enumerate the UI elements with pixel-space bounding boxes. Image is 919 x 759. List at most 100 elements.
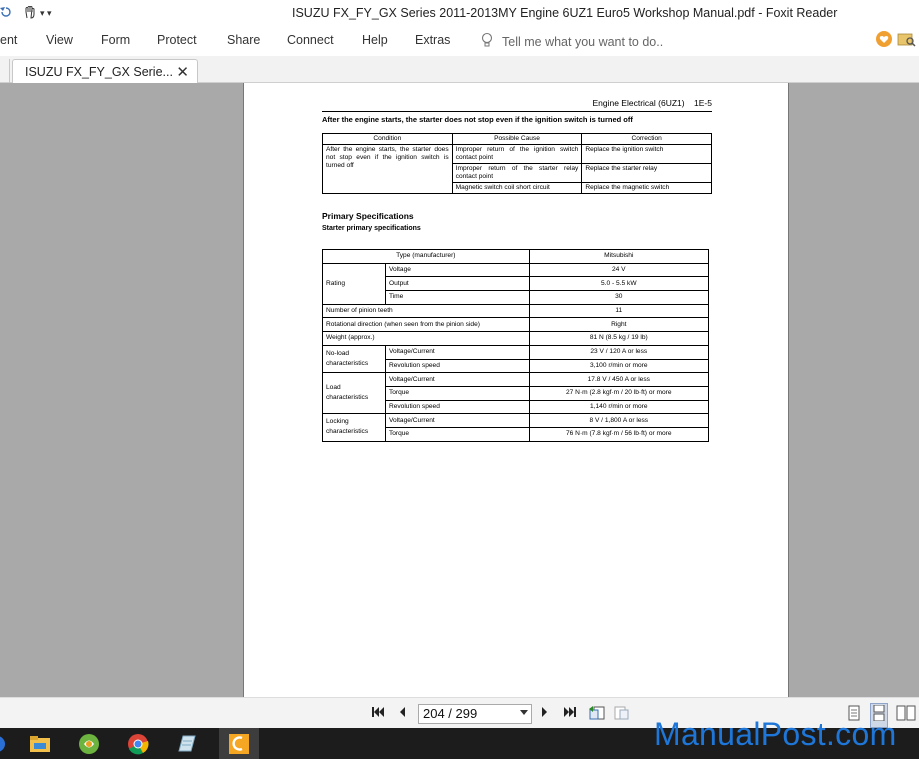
menu-protect[interactable]: Protect	[157, 33, 197, 47]
spec-value: 24 V	[528, 262, 710, 278]
next-view-icon[interactable]	[613, 705, 631, 726]
page-header: Engine Electrical (6UZ1) 1E-5	[592, 98, 712, 108]
page-number-input[interactable]: 204 / 299	[418, 704, 532, 724]
spec-label: Torque	[384, 426, 530, 442]
table-row: After the engine starts, the starter doe…	[322, 144, 712, 194]
close-tab-icon[interactable]: ✕	[176, 63, 189, 81]
spec-value: 11	[528, 303, 710, 319]
chevron-down-icon[interactable]	[520, 710, 528, 715]
spec-value: 76 N·m (7.8 kgf·m / 56 lb·ft) or more	[528, 426, 710, 442]
next-page-icon[interactable]	[540, 705, 550, 724]
cause-cell: Magnetic switch coil short circuit	[451, 182, 583, 194]
cause-cell: Improper return of the starter relay con…	[451, 163, 583, 183]
cause-cell: Improper return of the ignition switch c…	[451, 144, 583, 164]
spec-value: 3,100 r/min or more	[528, 358, 710, 374]
menu-comment[interactable]: ent	[0, 33, 17, 47]
menu-extras[interactable]: Extras	[415, 33, 450, 47]
document-tab[interactable]: ISUZU FX_FY_GX Serie... ✕	[12, 59, 198, 84]
hand-tool-icon[interactable]	[22, 4, 38, 23]
table-row: Type (manufacturer) Mitsubishi	[322, 249, 710, 264]
foxit-icon[interactable]	[228, 733, 250, 755]
tell-me-text: Tell me what you want to do..	[502, 34, 664, 49]
notepad-icon[interactable]	[175, 733, 197, 755]
condition-cell: After the engine starts, the starter doe…	[322, 144, 453, 194]
spec-group-label: Rating	[322, 262, 386, 305]
find-folder-icon[interactable]	[897, 30, 917, 53]
spec-label: Revolution speed	[384, 399, 530, 415]
spec-value: 1,140 r/min or more	[528, 399, 710, 415]
start-icon[interactable]	[0, 733, 10, 755]
chrome-icon[interactable]	[127, 733, 149, 755]
trouble-heading: After the engine starts, the starter doe…	[322, 115, 633, 124]
table-header-correction: Correction	[581, 133, 712, 145]
section-title: Primary Specifications	[322, 211, 414, 221]
spec-group-label: Locking characteristics	[322, 413, 386, 442]
pdf-page: Engine Electrical (6UZ1) 1E-5 After the …	[243, 83, 789, 697]
spec-label: Voltage	[384, 262, 530, 278]
spec-group-label: No-load characteristics	[322, 344, 386, 374]
prev-view-icon[interactable]	[588, 705, 606, 726]
spec-label: Voltage/Current	[384, 372, 530, 387]
prev-page-icon[interactable]	[397, 705, 407, 724]
spec-value: Mitsubishi	[528, 249, 710, 264]
spec-label: Torque	[384, 385, 530, 401]
table-row: Weight (approx.) 81 N (8.5 kg / 19 lb)	[322, 331, 710, 346]
spec-label: Weight (approx.)	[322, 331, 530, 346]
customize-qa-icon[interactable]: ▾ ▾	[40, 8, 52, 19]
spec-label: Time	[384, 290, 530, 305]
menu-share[interactable]: Share	[227, 33, 260, 47]
header-rule	[322, 111, 712, 112]
table-row: Load characteristics Voltage/Current 17.…	[322, 372, 710, 415]
spec-value: 81 N (8.5 kg / 19 lb)	[528, 331, 710, 346]
last-page-icon[interactable]	[563, 705, 577, 724]
specifications-table: Type (manufacturer) Mitsubishi Rating Vo…	[322, 249, 710, 442]
facing-page-icon[interactable]	[896, 705, 916, 726]
menu-view[interactable]: View	[46, 33, 73, 47]
title-bar: ▾ ▾ ISUZU FX_FY_GX Series 2011-2013MY En…	[0, 0, 919, 26]
tell-me-box[interactable]: Tell me what you want to do..	[480, 32, 663, 51]
spec-label: Revolution speed	[384, 358, 530, 374]
previous-tab-edge[interactable]	[0, 59, 10, 84]
menu-help[interactable]: Help	[362, 33, 388, 47]
spec-value: Right	[528, 317, 710, 333]
document-tab-label: ISUZU FX_FY_GX Serie...	[25, 65, 173, 79]
first-page-icon[interactable]	[371, 705, 385, 724]
spec-label: Output	[384, 276, 530, 292]
menu-form[interactable]: Form	[101, 33, 130, 47]
page-indicator: 204 / 299	[423, 706, 478, 721]
ribbon-menu: ent View Form Protect Share Connect Help…	[0, 26, 919, 56]
spec-value: 27 N·m (2.8 kgf·m / 20 lb·ft) or more	[528, 385, 710, 401]
heart-icon[interactable]	[875, 30, 893, 53]
document-viewport[interactable]: Engine Electrical (6UZ1) 1E-5 After the …	[0, 83, 919, 697]
lightbulb-icon	[480, 32, 494, 51]
spec-value: 30	[528, 290, 710, 305]
spec-label: Rotational direction (when seen from the…	[322, 317, 530, 333]
correction-cell: Replace the magnetic switch	[581, 182, 712, 194]
correction-cell: Replace the starter relay	[581, 163, 712, 183]
quick-access-toolbar: ▾ ▾	[0, 3, 52, 23]
spec-label: Number of pinion teeth	[322, 303, 530, 319]
table-header-condition: Condition	[322, 133, 453, 145]
table-row: No-load characteristics Voltage/Current …	[322, 344, 710, 374]
spec-label: Type (manufacturer)	[322, 249, 530, 264]
table-row: Locking characteristics Voltage/Current …	[322, 413, 710, 442]
spec-group-label: Load characteristics	[322, 372, 386, 415]
table-row: Number of pinion teeth 11	[322, 303, 710, 319]
window-title: ISUZU FX_FY_GX Series 2011-2013MY Engine…	[292, 6, 838, 20]
menu-connect[interactable]: Connect	[287, 33, 334, 47]
spec-label: Voltage/Current	[384, 413, 530, 428]
spec-value: 5.0 - 5.5 kW	[528, 276, 710, 292]
watermark-text: ManualPost.com	[654, 716, 897, 752]
sub-title: Starter primary specifications	[322, 225, 421, 232]
document-tab-strip: ISUZU FX_FY_GX Serie... ✕	[0, 56, 919, 84]
spec-label: Voltage/Current	[384, 344, 530, 360]
undo-icon[interactable]	[0, 6, 14, 21]
app-icon[interactable]	[78, 733, 100, 755]
correction-cell: Replace the ignition switch	[581, 144, 712, 164]
spec-value: 8 V / 1,800 A or less	[528, 413, 710, 428]
ribbon-right-icons	[875, 30, 917, 53]
table-row: Rating Voltage 24 V	[322, 262, 710, 305]
file-explorer-icon[interactable]	[29, 733, 51, 755]
table-row: Rotational direction (when seen from the…	[322, 317, 710, 333]
troubleshooting-table: Condition Possible Cause Correction Afte…	[322, 133, 712, 194]
